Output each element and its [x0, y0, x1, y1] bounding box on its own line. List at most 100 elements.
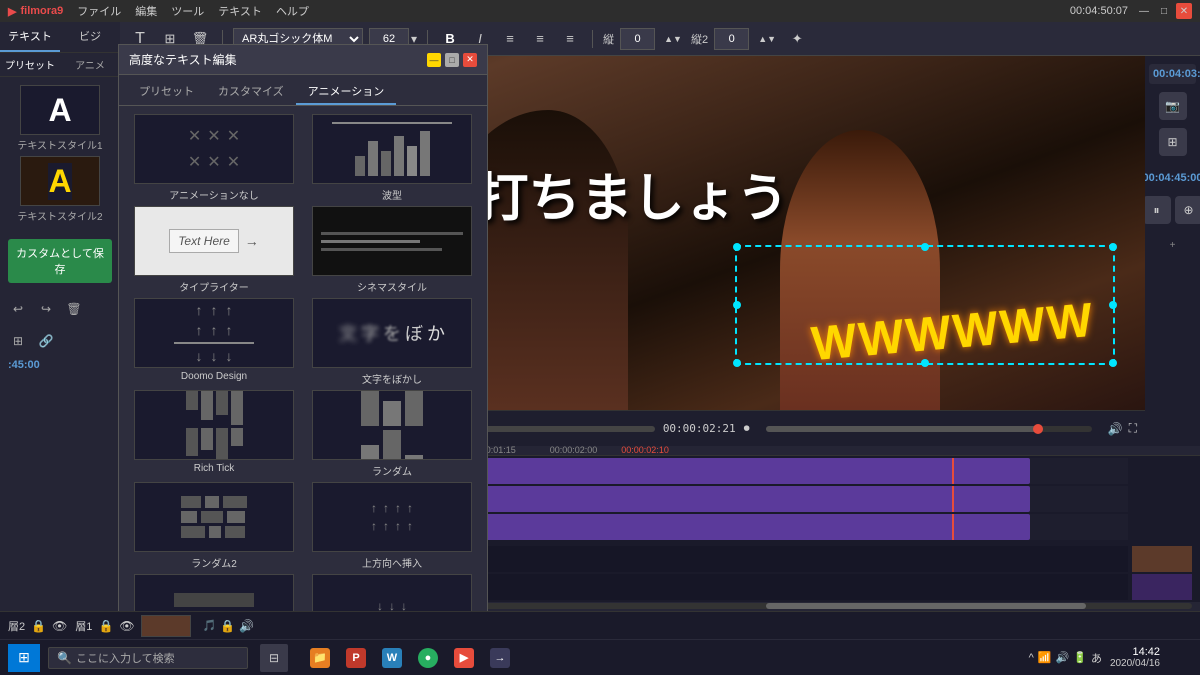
- dialog-close[interactable]: ✕: [463, 53, 477, 67]
- tab-text[interactable]: テキスト: [0, 22, 60, 52]
- taskbar-search-box[interactable]: 🔍 ここに入力して検索: [48, 647, 248, 669]
- align-left-btn[interactable]: ≡: [498, 27, 522, 51]
- menu-edit[interactable]: 編集: [129, 3, 163, 19]
- x2: ✕: [207, 126, 220, 146]
- battery-icon[interactable]: 🔋: [1073, 651, 1087, 664]
- network-icon[interactable]: 📶: [1038, 651, 1052, 664]
- subtab-anim[interactable]: アニメ: [60, 53, 120, 76]
- layer1-eye-icon[interactable]: 👁: [119, 619, 134, 633]
- top-bar: ▶ filmora9 ファイル 編集 ツール テキスト ヘルプ 00:04:50…: [0, 0, 1200, 22]
- r2b5: [201, 511, 223, 523]
- random2-vis: [173, 488, 255, 546]
- loop-btn[interactable]: ⏺: [744, 421, 750, 436]
- d7: ↓: [196, 348, 203, 364]
- progress-bar2[interactable]: [766, 426, 1092, 432]
- show-desktop-btn[interactable]: [1168, 644, 1192, 672]
- taskbar-app-files[interactable]: 📁: [304, 644, 336, 672]
- num-stepper1-up[interactable]: ▲▼: [661, 27, 685, 51]
- sound-icon[interactable]: 🔊: [1056, 651, 1070, 664]
- layer2-eye-icon[interactable]: 👁: [52, 619, 67, 633]
- rt4: [231, 390, 243, 425]
- effects-btn[interactable]: ✦: [785, 27, 809, 51]
- anim-down-insert[interactable]: ↓ ↓ ↓: [305, 574, 479, 611]
- taskbar-app-pp[interactable]: P: [340, 644, 372, 672]
- layer2-lock-icon[interactable]: 🔒: [31, 619, 46, 633]
- save-custom-button[interactable]: カスタムとして保存: [8, 239, 112, 283]
- dialog-maximize[interactable]: □: [445, 53, 459, 67]
- dialog-tab-customize[interactable]: カスタマイズ: [206, 79, 296, 105]
- num-stepper2-up[interactable]: ▲▼: [755, 27, 779, 51]
- anim-placeholder1[interactable]: [127, 574, 301, 611]
- align-center-btn[interactable]: ≡: [528, 27, 552, 51]
- align-right-btn[interactable]: ≡: [558, 27, 582, 51]
- link-icon[interactable]: ⊞: [8, 331, 28, 351]
- anim-rich-tick[interactable]: Rich Tick: [127, 390, 301, 478]
- pause-icon-btn[interactable]: ⏸: [1143, 196, 1171, 224]
- close-btn[interactable]: ✕: [1176, 3, 1192, 19]
- anim-up-insert-preview: ↑ ↑ ↑ ↑ ↑ ↑ ↑ ↑: [312, 482, 472, 552]
- audio-lock-icon[interactable]: 🔒: [220, 619, 235, 633]
- ruler-5: 00:00:02:00: [548, 446, 600, 455]
- anim-doomo[interactable]: ↑ ↑ ↑ ↑ ↑ ↑ ↓: [127, 298, 301, 386]
- tray-up-icon[interactable]: ^: [1029, 652, 1034, 664]
- audio-vol-icon[interactable]: 🔊: [239, 619, 254, 633]
- taskbar-right: ^ 📶 🔊 🔋 あ 14:42 2020/04/16: [1029, 644, 1192, 672]
- horizontal-num-input[interactable]: [714, 28, 749, 50]
- typewriter-arrow: →: [245, 233, 259, 249]
- word-icon: W: [382, 648, 402, 668]
- taskbar-app-arrow[interactable]: →: [484, 644, 516, 672]
- undo-icon[interactable]: ↩: [8, 299, 28, 319]
- sidebar-icon2[interactable]: ⊞: [1159, 128, 1187, 156]
- menu-file[interactable]: ファイル: [71, 3, 127, 19]
- anim-blur[interactable]: 文 字 を ぼ か 文字をぼかし: [305, 298, 479, 386]
- style-item-2[interactable]: A テキストスタイル2: [8, 156, 112, 223]
- anim-cinema[interactable]: シネマスタイル: [305, 206, 479, 294]
- track-right-area: [1130, 456, 1200, 602]
- camera-icon-btn[interactable]: 📷: [1159, 92, 1187, 120]
- dialog-tab-preset[interactable]: プリセット: [127, 79, 206, 105]
- track-right-empty3: [1132, 514, 1198, 540]
- layer2-num: 層2: [8, 618, 25, 634]
- dialog-tab-animation[interactable]: アニメーション: [296, 79, 397, 105]
- redo-icon[interactable]: ↪: [36, 299, 56, 319]
- anim-none[interactable]: ✕ ✕ ✕ ✕ ✕ ✕ アニメーションなし: [127, 114, 301, 202]
- anim-up-insert-label: 上方向へ挿入: [362, 555, 422, 570]
- layer1-lock-icon[interactable]: 🔒: [98, 619, 113, 633]
- anim-random[interactable]: ランダム: [305, 390, 479, 478]
- r2b8: [209, 526, 221, 538]
- ua8: ↑: [407, 519, 413, 533]
- start-button[interactable]: ⊞: [8, 644, 40, 672]
- vertical-num-input[interactable]: [620, 28, 655, 50]
- tab-visual[interactable]: ビジ: [60, 22, 120, 52]
- maximize-btn[interactable]: □: [1156, 3, 1172, 19]
- anim-up-insert[interactable]: ↑ ↑ ↑ ↑ ↑ ↑ ↑ ↑: [305, 482, 479, 570]
- taskbar-app-chrome[interactable]: ●: [412, 644, 444, 672]
- taskbar-app-icons: 📁 P W ● ▶ →: [304, 644, 516, 672]
- minimize-btn[interactable]: —: [1136, 3, 1152, 19]
- taskbar-app-filmora[interactable]: ▶: [448, 644, 480, 672]
- anim-wave[interactable]: 波型: [305, 114, 479, 202]
- taskbar-app-word[interactable]: W: [376, 644, 408, 672]
- chain-icon[interactable]: 🔗: [36, 331, 56, 351]
- advanced-text-dialog: 高度なテキスト編集 — □ ✕ プリセット カスタマイズ アニメーション ✕: [118, 44, 488, 611]
- menu-help[interactable]: ヘルプ: [270, 3, 315, 19]
- anim-random2-label: ランダム2: [191, 555, 237, 570]
- task-view-btn[interactable]: ⊟: [260, 644, 288, 672]
- menu-text[interactable]: テキスト: [212, 3, 268, 19]
- subtab-preset[interactable]: プリセット: [0, 53, 60, 76]
- r2: [383, 401, 401, 426]
- time-display: 00:04:03:16: [1149, 64, 1196, 84]
- style-item-1[interactable]: A テキストスタイル1: [8, 85, 112, 152]
- dialog-minimize[interactable]: —: [427, 53, 441, 67]
- delete-icon[interactable]: 🗑: [64, 299, 84, 319]
- dialog-title: 高度なテキスト編集: [129, 51, 237, 68]
- files-icon: 📁: [310, 648, 330, 668]
- volume-btn[interactable]: 🔊: [1108, 422, 1123, 436]
- fullscreen-btn[interactable]: ⛶: [1129, 421, 1137, 436]
- menu-tools[interactable]: ツール: [165, 3, 210, 19]
- ime-icon[interactable]: あ: [1091, 650, 1102, 666]
- mode-icon-btn[interactable]: ⊕: [1175, 196, 1200, 224]
- anim-random2[interactable]: ランダム2: [127, 482, 301, 570]
- ua7: ↑: [395, 519, 401, 533]
- anim-typewriter[interactable]: Text Here → タイプライター: [127, 206, 301, 294]
